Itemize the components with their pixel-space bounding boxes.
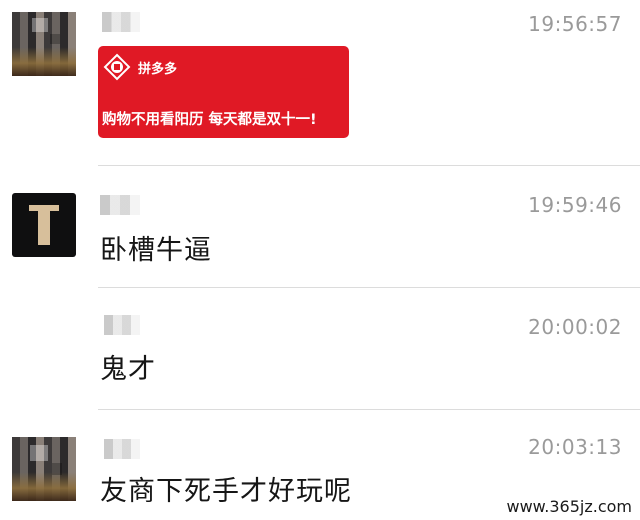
sender-name <box>104 315 140 335</box>
sender-name <box>104 439 140 459</box>
message-text: 鬼才 <box>100 354 156 385</box>
pinduoduo-logo-icon <box>103 53 131 81</box>
message-time: 19:56:57 <box>528 12 622 36</box>
avatar[interactable] <box>12 437 76 501</box>
watermark: www.365jz.com <box>506 497 632 516</box>
message-time: 20:03:13 <box>528 435 622 459</box>
sender-name <box>100 195 140 215</box>
promo-slogan: 购物不用看阳历 每天都是双十一! <box>102 112 317 128</box>
avatar[interactable] <box>12 193 76 257</box>
chat-message: 19:59:46 卧槽牛逼 <box>0 165 640 287</box>
chat-history: 19:56:57 拼多多 购物不用看阳历 每天都是双十一! 19:59:46 卧… <box>0 0 640 520</box>
promo-card[interactable]: 拼多多 购物不用看阳历 每天都是双十一! <box>98 46 349 138</box>
sender-name <box>102 12 140 32</box>
message-time: 20:00:02 <box>528 315 622 339</box>
message-text: 卧槽牛逼 <box>100 235 212 266</box>
chat-message: 20:00:02 鬼才 <box>0 287 640 409</box>
chat-message: 19:56:57 拼多多 购物不用看阳历 每天都是双十一! <box>0 0 640 165</box>
message-text: 友商下死手才好玩呢 <box>100 476 352 507</box>
avatar[interactable] <box>12 12 76 76</box>
promo-brand: 拼多多 <box>138 62 178 77</box>
message-time: 19:59:46 <box>528 193 622 217</box>
